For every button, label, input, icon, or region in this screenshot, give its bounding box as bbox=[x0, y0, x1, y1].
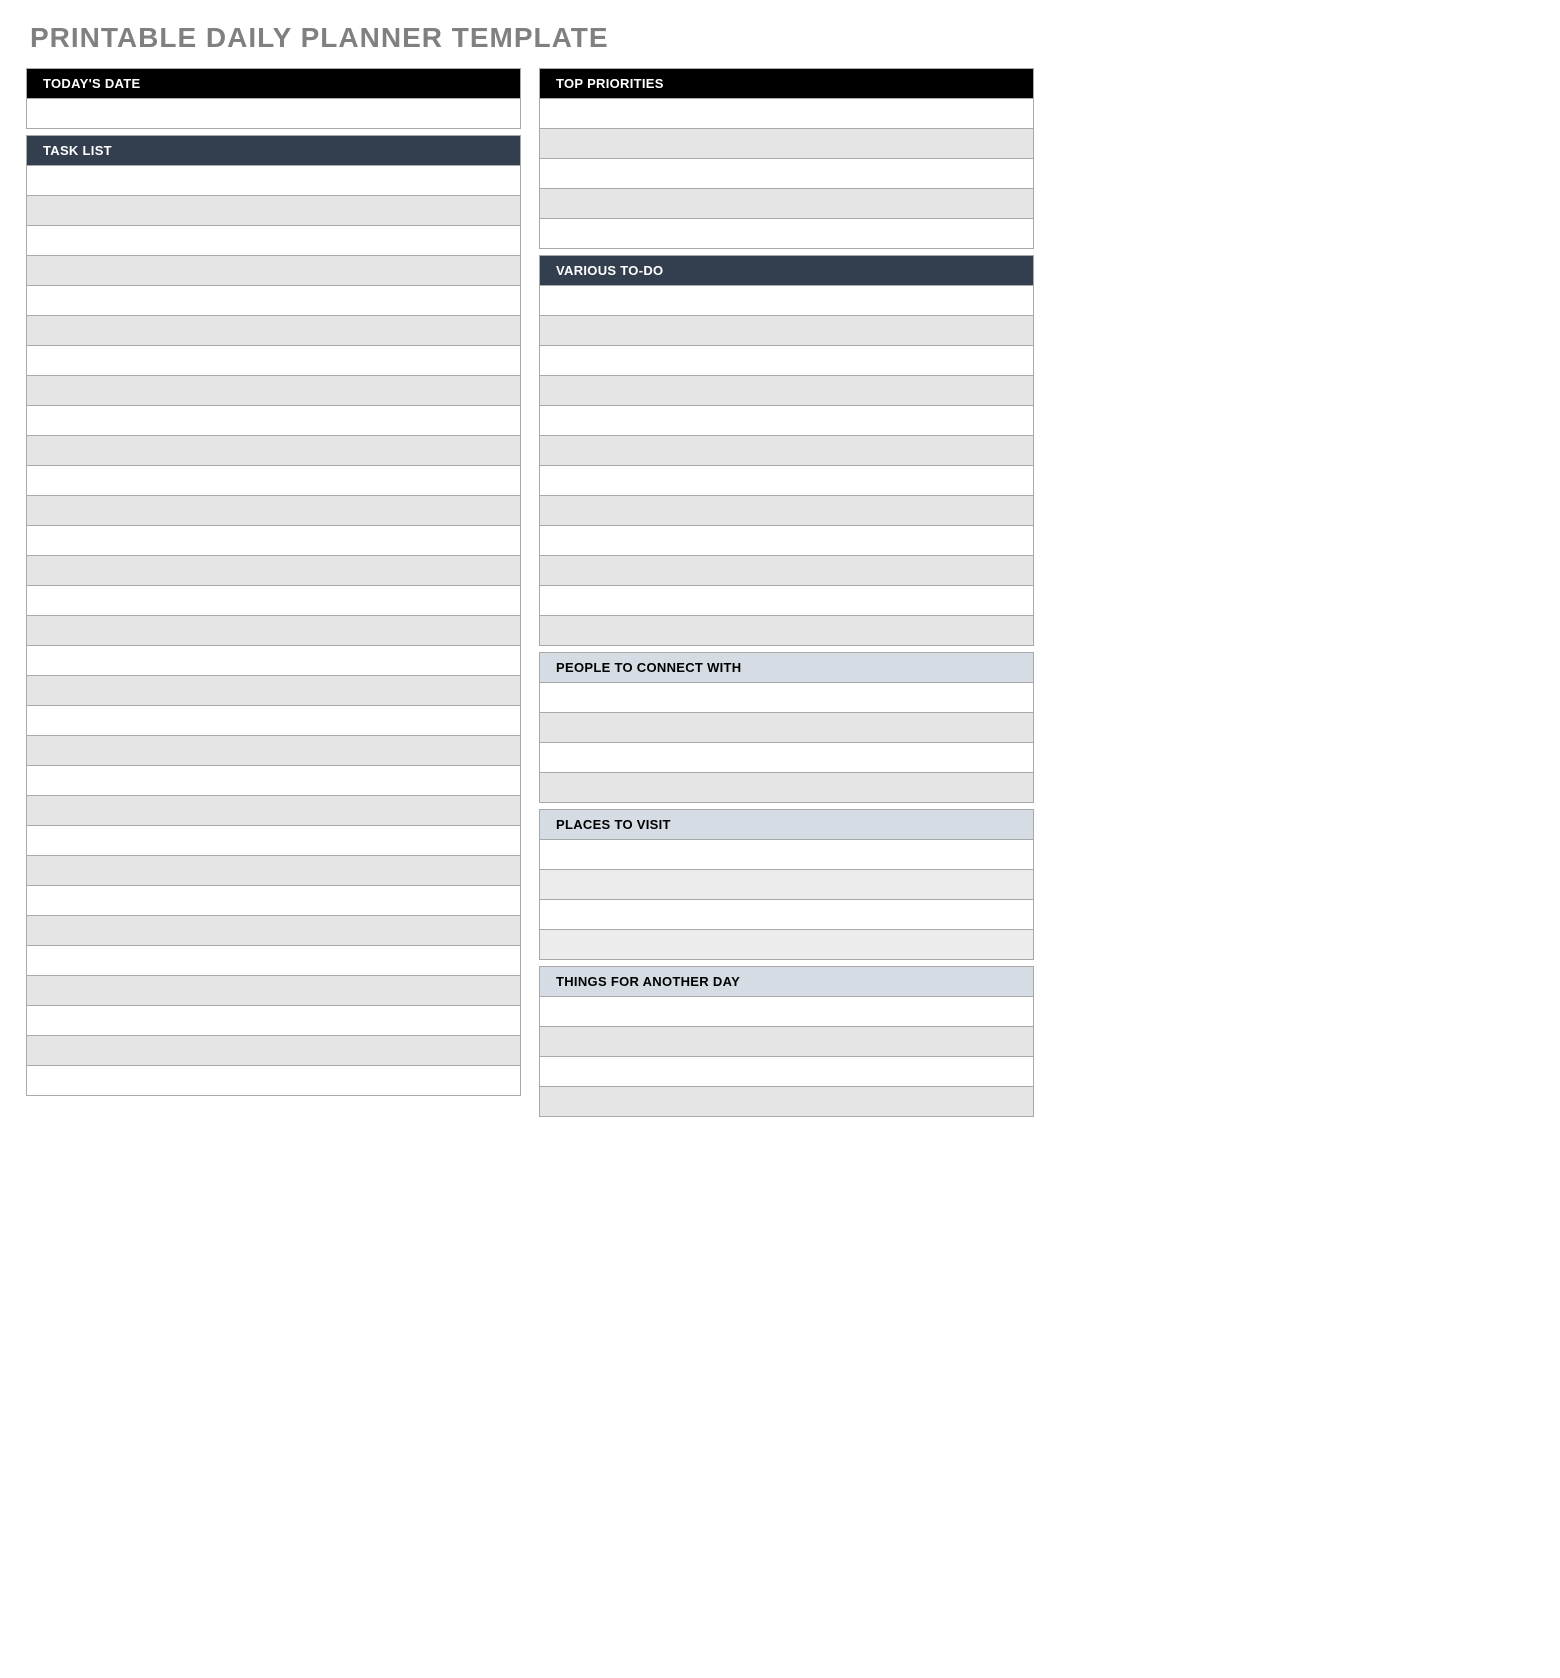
various-todo-row[interactable] bbox=[540, 496, 1033, 526]
task-list-row[interactable] bbox=[27, 226, 520, 256]
various-todo-row[interactable] bbox=[540, 466, 1033, 496]
various-todo-header: VARIOUS TO-DO bbox=[540, 256, 1033, 286]
left-column: TODAY'S DATE TASK LIST bbox=[26, 68, 521, 1117]
various-todo-row[interactable] bbox=[540, 436, 1033, 466]
task-list-row[interactable] bbox=[27, 736, 520, 766]
various-todo-row[interactable] bbox=[540, 526, 1033, 556]
task-list-row[interactable] bbox=[27, 886, 520, 916]
task-list-row[interactable] bbox=[27, 796, 520, 826]
task-list-row[interactable] bbox=[27, 586, 520, 616]
various-todo-block: VARIOUS TO-DO bbox=[539, 255, 1034, 646]
page-title: PRINTABLE DAILY PLANNER TEMPLATE bbox=[30, 22, 1034, 54]
task-list-row[interactable] bbox=[27, 346, 520, 376]
things-another-day-row[interactable] bbox=[540, 1087, 1033, 1117]
task-list-row[interactable] bbox=[27, 256, 520, 286]
things-another-day-row[interactable] bbox=[540, 1027, 1033, 1057]
various-todo-row[interactable] bbox=[540, 346, 1033, 376]
task-list-row[interactable] bbox=[27, 376, 520, 406]
various-todo-row[interactable] bbox=[540, 556, 1033, 586]
task-list-row[interactable] bbox=[27, 1006, 520, 1036]
task-list-row[interactable] bbox=[27, 1036, 520, 1066]
various-todo-row[interactable] bbox=[540, 616, 1033, 646]
people-connect-header: PEOPLE TO CONNECT WITH bbox=[540, 653, 1033, 683]
top-priorities-block: TOP PRIORITIES bbox=[539, 68, 1034, 249]
various-todo-row[interactable] bbox=[540, 586, 1033, 616]
people-connect-row[interactable] bbox=[540, 683, 1033, 713]
people-connect-row[interactable] bbox=[540, 713, 1033, 743]
task-list-row[interactable] bbox=[27, 976, 520, 1006]
task-list-row[interactable] bbox=[27, 196, 520, 226]
right-column: TOP PRIORITIES VARIOUS TO-DO PEOPLE TO C… bbox=[539, 68, 1034, 1117]
task-list-row[interactable] bbox=[27, 946, 520, 976]
top-priorities-row[interactable] bbox=[540, 159, 1033, 189]
task-list-row[interactable] bbox=[27, 316, 520, 346]
task-list-row[interactable] bbox=[27, 856, 520, 886]
things-another-day-header: THINGS FOR ANOTHER DAY bbox=[540, 967, 1033, 997]
task-list-row[interactable] bbox=[27, 766, 520, 796]
various-todo-row[interactable] bbox=[540, 376, 1033, 406]
top-priorities-row[interactable] bbox=[540, 99, 1033, 129]
top-priorities-row[interactable] bbox=[540, 189, 1033, 219]
top-priorities-row[interactable] bbox=[540, 129, 1033, 159]
task-list-row[interactable] bbox=[27, 436, 520, 466]
various-todo-row[interactable] bbox=[540, 286, 1033, 316]
things-another-day-block: THINGS FOR ANOTHER DAY bbox=[539, 966, 1034, 1117]
todays-date-row[interactable] bbox=[27, 99, 520, 129]
task-list-row[interactable] bbox=[27, 496, 520, 526]
various-todo-row[interactable] bbox=[540, 316, 1033, 346]
places-visit-header: PLACES TO VISIT bbox=[540, 810, 1033, 840]
places-visit-block: PLACES TO VISIT bbox=[539, 809, 1034, 960]
task-list-row[interactable] bbox=[27, 916, 520, 946]
task-list-row[interactable] bbox=[27, 676, 520, 706]
various-todo-row[interactable] bbox=[540, 406, 1033, 436]
task-list-row[interactable] bbox=[27, 646, 520, 676]
todays-date-block: TODAY'S DATE bbox=[26, 68, 521, 129]
places-visit-row[interactable] bbox=[540, 870, 1033, 900]
task-list-row[interactable] bbox=[27, 616, 520, 646]
task-list-row[interactable] bbox=[27, 556, 520, 586]
task-list-block: TASK LIST bbox=[26, 135, 521, 1096]
places-visit-row[interactable] bbox=[540, 840, 1033, 870]
columns-wrapper: TODAY'S DATE TASK LIST TOP PRIORITIES VA… bbox=[26, 68, 1034, 1117]
top-priorities-row[interactable] bbox=[540, 219, 1033, 249]
task-list-row[interactable] bbox=[27, 1066, 520, 1096]
task-list-row[interactable] bbox=[27, 166, 520, 196]
people-connect-block: PEOPLE TO CONNECT WITH bbox=[539, 652, 1034, 803]
places-visit-row[interactable] bbox=[540, 930, 1033, 960]
todays-date-header: TODAY'S DATE bbox=[27, 69, 520, 99]
task-list-row[interactable] bbox=[27, 406, 520, 436]
task-list-row[interactable] bbox=[27, 286, 520, 316]
top-priorities-header: TOP PRIORITIES bbox=[540, 69, 1033, 99]
things-another-day-row[interactable] bbox=[540, 1057, 1033, 1087]
planner-page: PRINTABLE DAILY PLANNER TEMPLATE TODAY'S… bbox=[0, 0, 1060, 1157]
people-connect-row[interactable] bbox=[540, 743, 1033, 773]
places-visit-row[interactable] bbox=[540, 900, 1033, 930]
task-list-row[interactable] bbox=[27, 466, 520, 496]
task-list-row[interactable] bbox=[27, 526, 520, 556]
people-connect-row[interactable] bbox=[540, 773, 1033, 803]
task-list-header: TASK LIST bbox=[27, 136, 520, 166]
task-list-row[interactable] bbox=[27, 706, 520, 736]
things-another-day-row[interactable] bbox=[540, 997, 1033, 1027]
task-list-row[interactable] bbox=[27, 826, 520, 856]
